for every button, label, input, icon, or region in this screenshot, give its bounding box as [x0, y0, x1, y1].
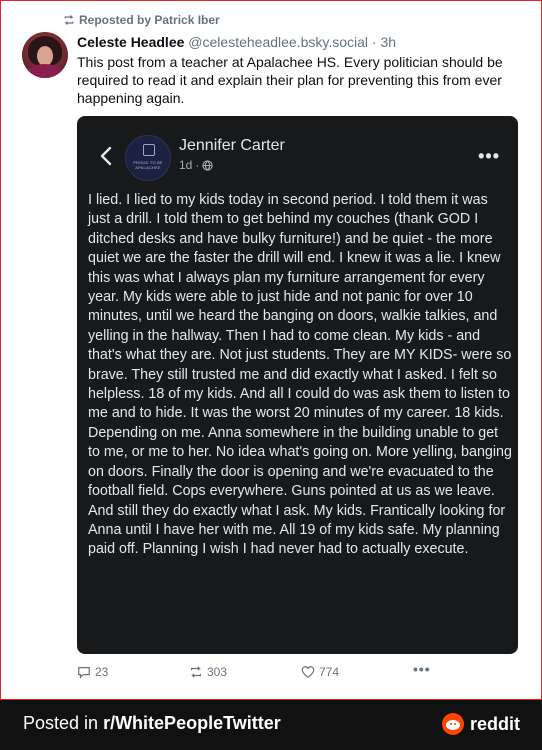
post-frame: Reposted by Patrick Iber Celeste Headlee…	[0, 0, 542, 700]
embedded-meta: 1d ·	[179, 158, 213, 172]
reply-count: 23	[95, 665, 109, 679]
reply-button[interactable]: 23	[77, 665, 108, 679]
school-logo-icon	[143, 144, 155, 156]
embedded-time: 1d	[179, 158, 193, 172]
like-button[interactable]: 774	[301, 665, 339, 679]
post-text: This post from a teacher at Apalachee HS…	[77, 54, 503, 106]
back-arrow-icon	[100, 146, 112, 166]
globe-icon	[202, 159, 213, 171]
page-logo-text: PROUD TO BE APALACHEE	[133, 160, 163, 170]
more-options-icon: •••	[478, 146, 500, 166]
reply-icon	[78, 667, 90, 679]
post-time[interactable]: 3h	[380, 34, 396, 50]
post-header: Celeste Headlee @celesteheadlee.bsky.soc…	[77, 34, 396, 50]
heart-icon	[301, 666, 315, 679]
repost-indicator[interactable]: Reposted by Patrick Iber	[63, 13, 220, 27]
repost-icon	[64, 15, 74, 25]
author-name[interactable]: Celeste Headlee	[77, 34, 184, 50]
reddit-logo[interactable]: reddit	[441, 713, 520, 735]
reddit-wordmark: reddit	[469, 713, 520, 734]
subreddit-name[interactable]: r/WhitePeopleTwitter	[103, 713, 281, 733]
repost-button[interactable]: 303	[189, 665, 227, 679]
like-count: 774	[319, 665, 340, 679]
post-more-options-icon[interactable]: •••	[413, 661, 431, 677]
posted-prefix: Posted in	[23, 713, 104, 733]
reddit-snoo-icon	[441, 713, 464, 735]
page-avatar: PROUD TO BE APALACHEE	[125, 135, 171, 181]
embedded-screenshot[interactable]: PROUD TO BE APALACHEE Jennifer Carter 1d…	[77, 116, 518, 654]
time-separator: ·	[368, 34, 381, 50]
repost-count: 303	[207, 665, 228, 679]
posted-in-label: Posted in r/WhitePeopleTwitter	[23, 713, 281, 734]
meta-dot: ·	[195, 158, 200, 172]
repost-action-icon	[191, 666, 201, 678]
reddit-footer: Posted in r/WhitePeopleTwitter reddit	[0, 700, 542, 750]
repost-label: Reposted by Patrick Iber	[79, 13, 220, 27]
embedded-author-name: Jennifer Carter	[179, 137, 285, 154]
author-handle[interactable]: @celesteheadlee.bsky.social	[188, 34, 368, 50]
author-avatar[interactable]	[22, 32, 68, 78]
post-actions: 23 303 774 •••	[77, 661, 517, 683]
embedded-body-text: I lied. I lied to my kids today in secon…	[88, 192, 512, 558]
